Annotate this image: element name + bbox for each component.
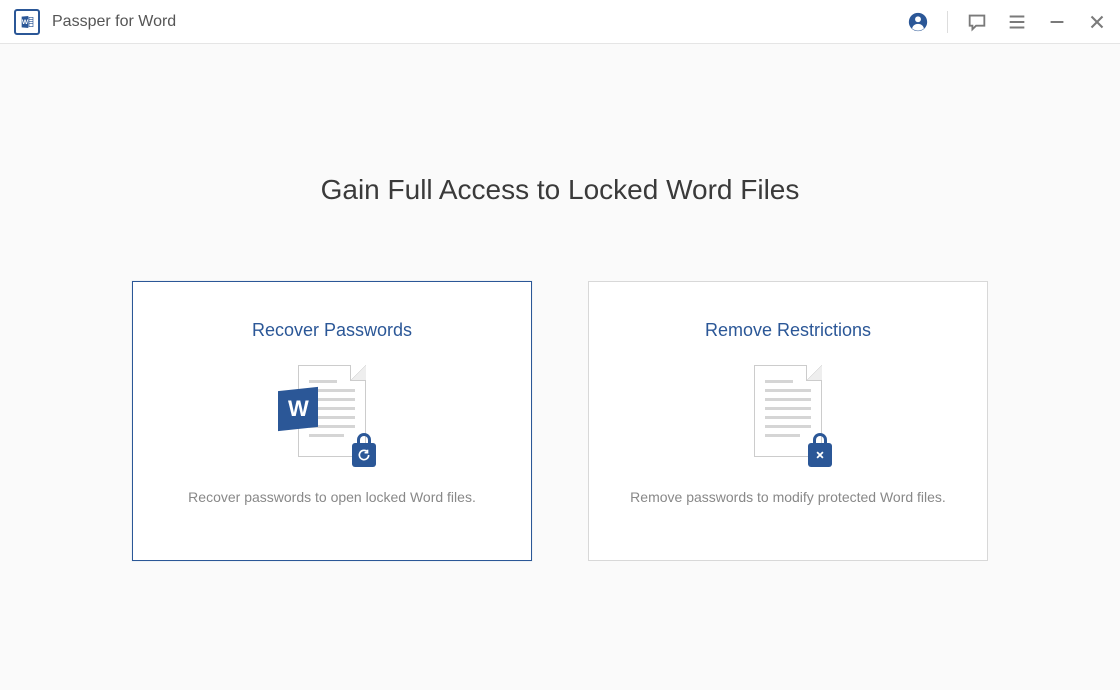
close-button[interactable]: [1086, 11, 1108, 33]
card-title: Remove Restrictions: [705, 320, 871, 341]
feedback-icon[interactable]: [966, 11, 988, 33]
word-icon: W: [278, 387, 318, 431]
option-cards: Recover Passwords W: [0, 281, 1120, 561]
svg-text:W: W: [22, 19, 29, 26]
main-content: Gain Full Access to Locked Word Files Re…: [0, 44, 1120, 561]
page-headline: Gain Full Access to Locked Word Files: [0, 174, 1120, 206]
lock-remove-icon: [808, 443, 832, 467]
menu-icon[interactable]: [1006, 11, 1028, 33]
remove-illustration: [738, 365, 838, 465]
card-title: Recover Passwords: [252, 320, 412, 341]
recover-illustration: W: [282, 365, 382, 465]
recover-passwords-card[interactable]: Recover Passwords W: [132, 281, 532, 561]
minimize-button[interactable]: [1046, 11, 1068, 33]
account-icon[interactable]: [907, 11, 929, 33]
card-description: Remove passwords to modify protected Wor…: [630, 489, 946, 505]
remove-restrictions-card[interactable]: Remove Restrictions: [588, 281, 988, 561]
titlebar: W Passper for Word: [0, 0, 1120, 44]
divider: [947, 11, 948, 33]
app-title: Passper for Word: [52, 13, 176, 31]
app-logo-icon: W: [14, 9, 40, 35]
card-description: Recover passwords to open locked Word fi…: [188, 489, 476, 505]
titlebar-controls: [907, 11, 1108, 33]
lock-refresh-icon: [352, 443, 376, 467]
